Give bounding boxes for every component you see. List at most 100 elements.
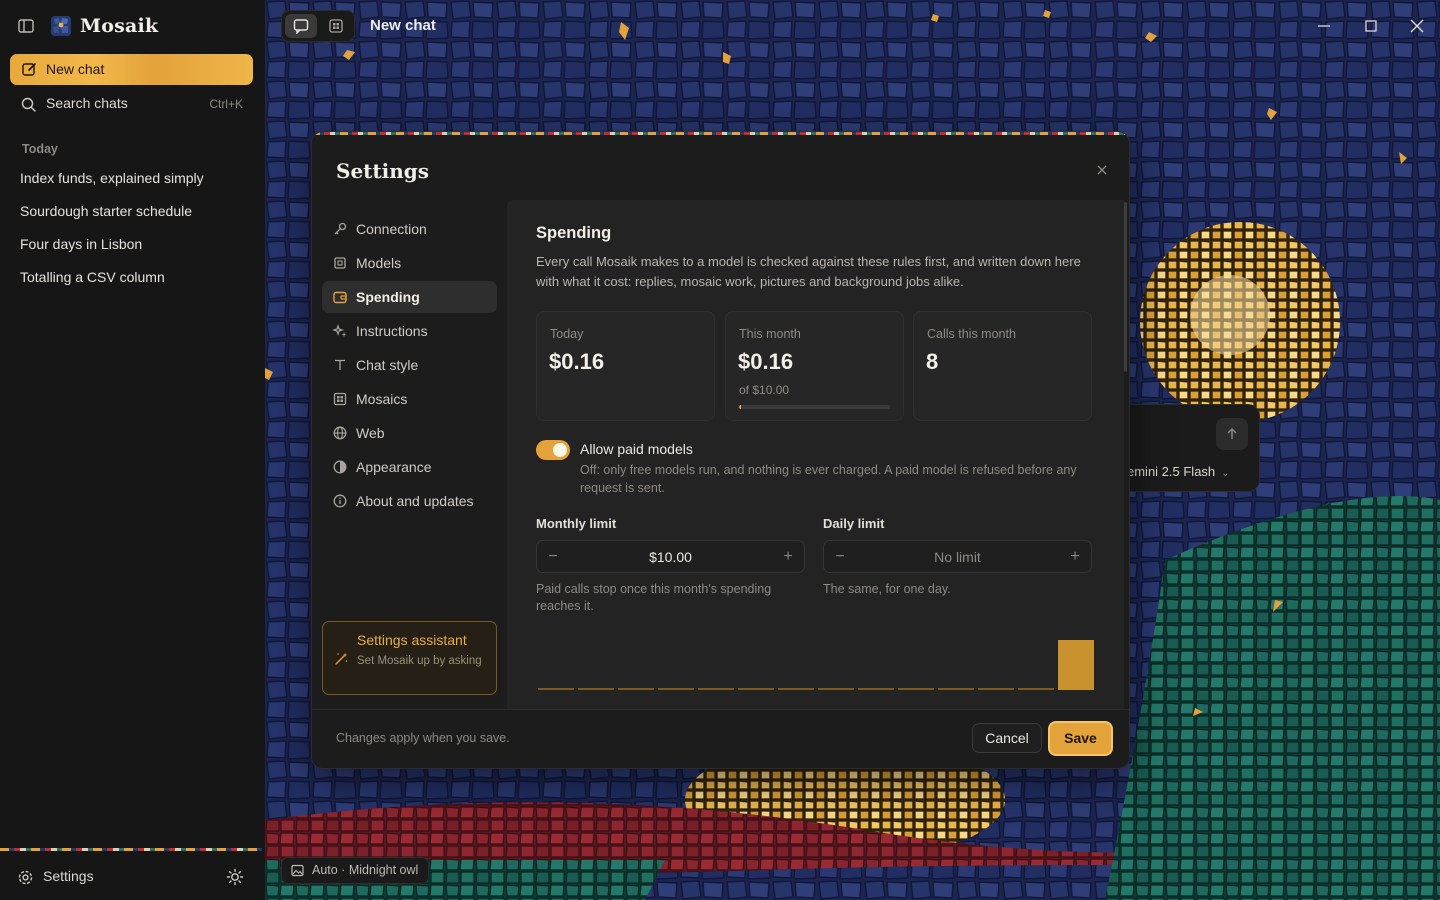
chat-bubble-icon — [293, 19, 309, 34]
search-chats-button[interactable]: Search chats Ctrl+K — [10, 89, 253, 119]
daily-spending-chart — [538, 640, 1094, 690]
chat-view-button[interactable] — [285, 14, 317, 38]
sidebar: Mosaik New chat Search chats Ctrl+K Toda… — [0, 0, 265, 900]
brand-row: Mosaik — [0, 10, 265, 42]
chart-bar — [698, 688, 734, 690]
divider — [312, 709, 1129, 710]
decrement-button[interactable]: − — [537, 541, 569, 572]
chart-bar — [978, 688, 1014, 690]
increment-button[interactable]: + — [772, 541, 804, 572]
settings-dialog: Settings Connection Models Spending Inst… — [311, 131, 1130, 769]
search-icon — [20, 96, 37, 113]
increment-button[interactable]: + — [1059, 541, 1091, 572]
nav-label: Connection — [356, 221, 427, 237]
chat-title: New chat — [370, 17, 436, 34]
budget-progress-bar — [739, 405, 890, 409]
chat-item[interactable]: Sourdough starter schedule — [10, 195, 253, 228]
wallet-icon — [332, 289, 348, 305]
save-button[interactable]: Save — [1048, 721, 1113, 756]
nav-item-connection[interactable]: Connection — [322, 213, 497, 245]
contrast-icon — [332, 459, 348, 475]
gear-icon — [17, 869, 34, 886]
nav-label: Web — [356, 425, 385, 441]
toggle-knob — [553, 443, 567, 457]
scrollbar[interactable] — [1124, 202, 1127, 372]
nav-item-models[interactable]: Models — [322, 247, 497, 279]
stat-budget: of $10.00 — [739, 383, 790, 397]
stat-caption: Calls this month — [927, 327, 1016, 341]
nav-item-chat-style[interactable]: Chat style — [322, 349, 497, 381]
new-chat-button[interactable]: New chat — [10, 54, 253, 85]
chat-item[interactable]: Totalling a CSV column — [10, 261, 253, 294]
nav-label: Instructions — [356, 323, 428, 339]
close-icon[interactable] — [1092, 160, 1112, 180]
nav-item-instructions[interactable]: Instructions — [322, 315, 497, 347]
settings-nav: Connection Models Spending Instructions … — [322, 213, 497, 519]
chart-bar — [578, 688, 614, 690]
minimize-icon[interactable] — [1312, 14, 1336, 38]
assistant-subtitle: Set Mosaik up by asking — [357, 655, 482, 667]
stat-caption: Today — [550, 327, 584, 341]
chip-icon — [332, 255, 348, 271]
chart-bar — [1018, 688, 1054, 690]
chart-bar — [538, 688, 574, 690]
theme-pill[interactable]: Auto · Midnight owl — [281, 857, 430, 884]
stat-today: Today $0.16 — [536, 311, 715, 421]
decrement-button[interactable]: − — [824, 541, 856, 572]
chat-item[interactable]: Index funds, explained simply — [10, 162, 253, 195]
daily-limit-value[interactable]: No limit — [856, 549, 1059, 565]
nav-item-appearance[interactable]: Appearance — [322, 451, 497, 483]
search-shortcut: Ctrl+K — [209, 97, 243, 111]
stat-caption: This month — [739, 327, 801, 341]
cancel-button[interactable]: Cancel — [972, 723, 1042, 753]
mosaic-stripe — [312, 132, 1129, 135]
stat-value: $0.16 — [549, 349, 605, 374]
nav-item-spending[interactable]: Spending — [322, 281, 497, 313]
stat-value: 8 — [926, 349, 939, 374]
theme-pill-label: Auto · Midnight owl — [312, 863, 419, 877]
grid-icon — [332, 391, 348, 407]
magic-wand-icon — [333, 651, 349, 667]
model-selector[interactable]: emini 2.5 Flash ⌄ — [1127, 464, 1230, 479]
chart-bar — [898, 688, 934, 690]
chart-bar — [858, 688, 894, 690]
footer-note: Changes apply when you save. — [336, 731, 510, 745]
daily-limit-stepper: − No limit + — [823, 540, 1092, 573]
globe-icon — [332, 425, 348, 441]
nav-item-web[interactable]: Web — [322, 417, 497, 449]
chart-bar — [938, 688, 974, 690]
maximize-icon[interactable] — [1359, 14, 1383, 38]
nav-item-mosaics[interactable]: Mosaics — [322, 383, 497, 415]
stat-this-month: This month $0.16 of $10.00 — [725, 311, 904, 421]
chart-bar — [818, 688, 854, 690]
info-icon — [332, 493, 348, 509]
monthly-limit-value[interactable]: $10.00 — [569, 549, 772, 565]
mosaic-view-button[interactable] — [320, 14, 352, 38]
chart-bar — [618, 688, 654, 690]
nav-label: Appearance — [356, 459, 432, 475]
nav-item-about[interactable]: About and updates — [322, 485, 497, 517]
window-close-icon[interactable] — [1405, 14, 1429, 38]
daily-limit-label: Daily limit — [823, 516, 885, 531]
send-button[interactable] — [1216, 418, 1248, 450]
nav-label: Mosaics — [356, 391, 408, 407]
chart-bar — [778, 688, 814, 690]
chart-bar — [1058, 640, 1094, 690]
sun-icon[interactable] — [226, 868, 244, 886]
sidebar-toggle-icon[interactable] — [17, 17, 35, 35]
sparkle-icon — [332, 323, 348, 339]
allow-paid-models-toggle[interactable] — [536, 440, 570, 460]
sidebar-settings-button[interactable]: Settings — [10, 862, 150, 892]
allow-paid-models-label: Allow paid models — [580, 441, 693, 457]
chat-item[interactable]: Four days in Lisbon — [10, 228, 253, 261]
arrow-up-icon — [1227, 427, 1237, 439]
settings-title: Settings — [336, 159, 430, 183]
monthly-limit-stepper: − $10.00 + — [536, 540, 805, 573]
stat-value: $0.16 — [738, 349, 794, 374]
section-today: Today — [22, 142, 58, 156]
spending-heading: Spending — [536, 224, 612, 242]
settings-assistant-button[interactable]: Settings assistant Set Mosaik up by aski… — [322, 621, 497, 695]
chart-bar — [658, 688, 694, 690]
monthly-limit-label: Monthly limit — [536, 516, 617, 531]
stat-calls: Calls this month 8 — [913, 311, 1092, 421]
